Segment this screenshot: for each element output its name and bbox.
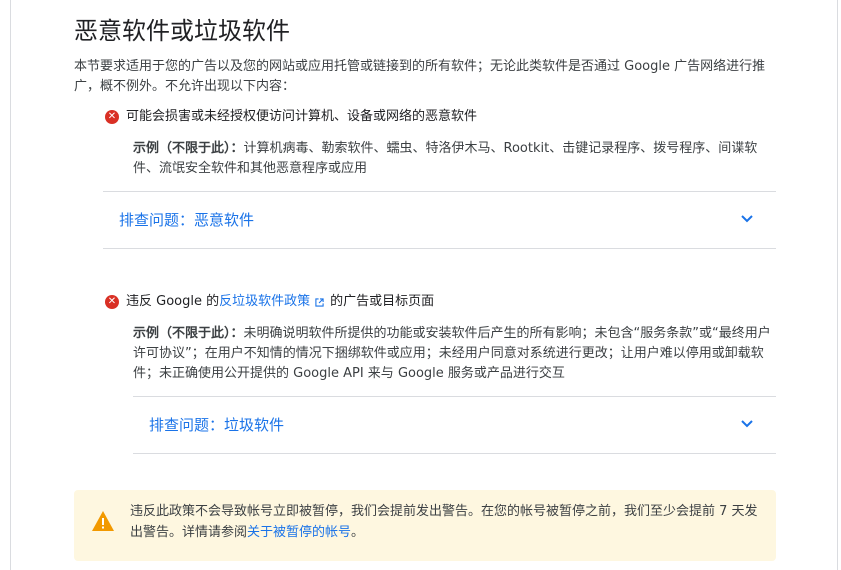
accordion-label: 排查问题：垃圾软件 bbox=[149, 416, 285, 434]
chevron-down-icon bbox=[741, 420, 753, 428]
section-title: 恶意软件或垃圾软件 bbox=[74, 17, 290, 45]
example-label: 示例（不限于此）： bbox=[133, 141, 244, 156]
section-intro: 本节要求适用于您的广告以及您的网站或应用托管或链接到的所有软件；无论此类软件是否… bbox=[74, 59, 766, 94]
policy-page: 恶意软件或垃圾软件 本节要求适用于您的广告以及您的网站或应用托管或链接到的所有软… bbox=[10, 0, 838, 570]
item-heading-suffix: 的广告或目标页面 bbox=[330, 294, 435, 309]
troubleshoot-malware-accordion[interactable]: 排查问题：恶意软件 bbox=[103, 191, 776, 249]
item-example: 示例（不限于此）：未明确说明软件所提供的功能或安装软件后产生的所有影响；未包含“… bbox=[133, 324, 778, 384]
troubleshoot-unwanted-software-accordion[interactable]: 排查问题：垃圾软件 bbox=[133, 396, 776, 454]
unwanted-software-policy-link[interactable]: 反垃圾软件政策 bbox=[219, 292, 310, 312]
external-link-icon bbox=[315, 297, 324, 307]
warning-text: 违反此政策不会导致帐号立即被暂停，我们会提前发出警告。在您的帐号被暂停之前，我们… bbox=[130, 501, 770, 543]
chevron-down-icon bbox=[741, 215, 753, 223]
example-label: 示例（不限于此）： bbox=[133, 326, 244, 341]
warning-text-after: 。 bbox=[351, 525, 365, 540]
warning-callout: 违反此政策不会导致帐号立即被暂停，我们会提前发出警告。在您的帐号被暂停之前，我们… bbox=[74, 490, 776, 561]
error-circle-icon: ✕ bbox=[105, 295, 119, 309]
item-example: 示例（不限于此）：计算机病毒、勒索软件、蠕虫、特洛伊木马、Rootkit、击键记… bbox=[133, 139, 773, 179]
suspended-accounts-link[interactable]: 关于被暂停的帐号 bbox=[247, 525, 351, 540]
prohibited-item-unwanted-software: ✕ 违反 Google 的 反垃圾软件政策 的广告或目标页面 bbox=[105, 292, 434, 312]
item-heading: 可能会损害或未经授权便访问计算机、设备或网络的恶意软件 bbox=[126, 109, 478, 124]
error-circle-icon: ✕ bbox=[105, 110, 119, 124]
warning-text-before: 违反此政策不会导致帐号立即被暂停，我们会提前发出警告。在您的帐号被暂停之前，我们… bbox=[130, 504, 758, 540]
warning-triangle-icon bbox=[92, 511, 114, 531]
item-heading-prefix: 违反 Google 的 bbox=[126, 294, 220, 309]
prohibited-item-malware: ✕ 可能会损害或未经授权便访问计算机、设备或网络的恶意软件 bbox=[105, 107, 477, 127]
accordion-label: 排查问题：恶意软件 bbox=[119, 211, 255, 229]
